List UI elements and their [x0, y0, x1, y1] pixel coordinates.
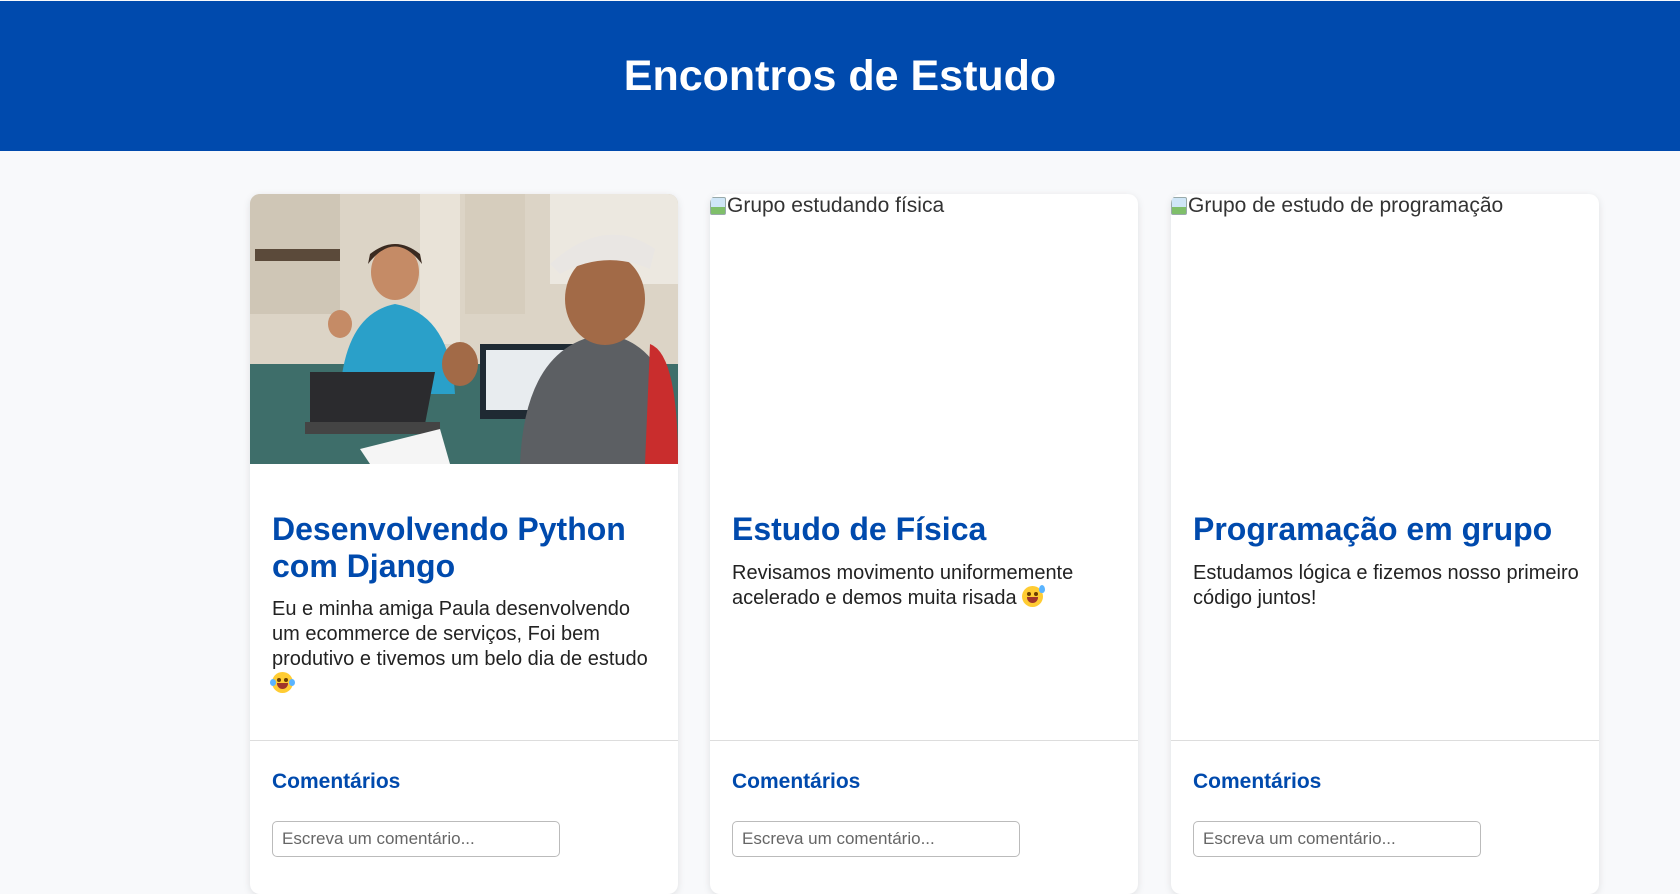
study-card: Desenvolvendo Python com Django Eu e min…: [250, 194, 678, 894]
broken-image: Grupo estudando física: [710, 194, 944, 218]
broken-image-icon: [710, 197, 726, 215]
card-divider: [710, 740, 1138, 741]
grinning-sweat-icon: [1022, 585, 1046, 607]
comment-input[interactable]: [732, 821, 1020, 857]
study-card: Grupo estudando física Estudo de Física …: [710, 194, 1138, 894]
page-header: Encontros de Estudo: [0, 1, 1680, 151]
card-photo: [250, 194, 678, 464]
page-title: Encontros de Estudo: [623, 51, 1057, 100]
tears-of-joy-icon: [270, 672, 295, 693]
comments-title: Comentários: [272, 770, 401, 793]
comments-title: Comentários: [1193, 770, 1322, 793]
comment-input[interactable]: [272, 821, 560, 857]
card-description: Eu e minha amiga Paula desenvolvendo um …: [270, 597, 662, 697]
card-image-broken: Grupo de estudo de programação: [1171, 194, 1599, 464]
card-title: Programação em grupo: [1193, 511, 1553, 547]
card-title: Desenvolvendo Python com Django: [272, 511, 626, 584]
study-photo: [250, 194, 678, 464]
image-alt-text: Grupo estudando física: [727, 194, 945, 217]
broken-image-icon: [1171, 197, 1187, 215]
card-divider: [1171, 740, 1599, 741]
card-description: Estudamos lógica e fizemos nosso primeir…: [1193, 562, 1579, 609]
image-alt-text: Grupo de estudo de programação: [1188, 194, 1504, 217]
card-description-text: Eu e minha amiga Paula desenvolvendo um …: [272, 598, 648, 670]
card-description: Revisamos movimento uniformemente aceler…: [732, 561, 1122, 611]
card-divider: [250, 740, 678, 741]
card-image-broken: Grupo estudando física: [710, 194, 1138, 464]
broken-image: Grupo de estudo de programação: [1171, 194, 1503, 218]
comments-title: Comentários: [732, 770, 861, 793]
comment-input[interactable]: [1193, 821, 1481, 857]
card-title: Estudo de Física: [732, 511, 987, 547]
study-card: Grupo de estudo de programação Programaç…: [1171, 194, 1599, 894]
card-description-text: Revisamos movimento uniformemente aceler…: [732, 562, 1074, 609]
